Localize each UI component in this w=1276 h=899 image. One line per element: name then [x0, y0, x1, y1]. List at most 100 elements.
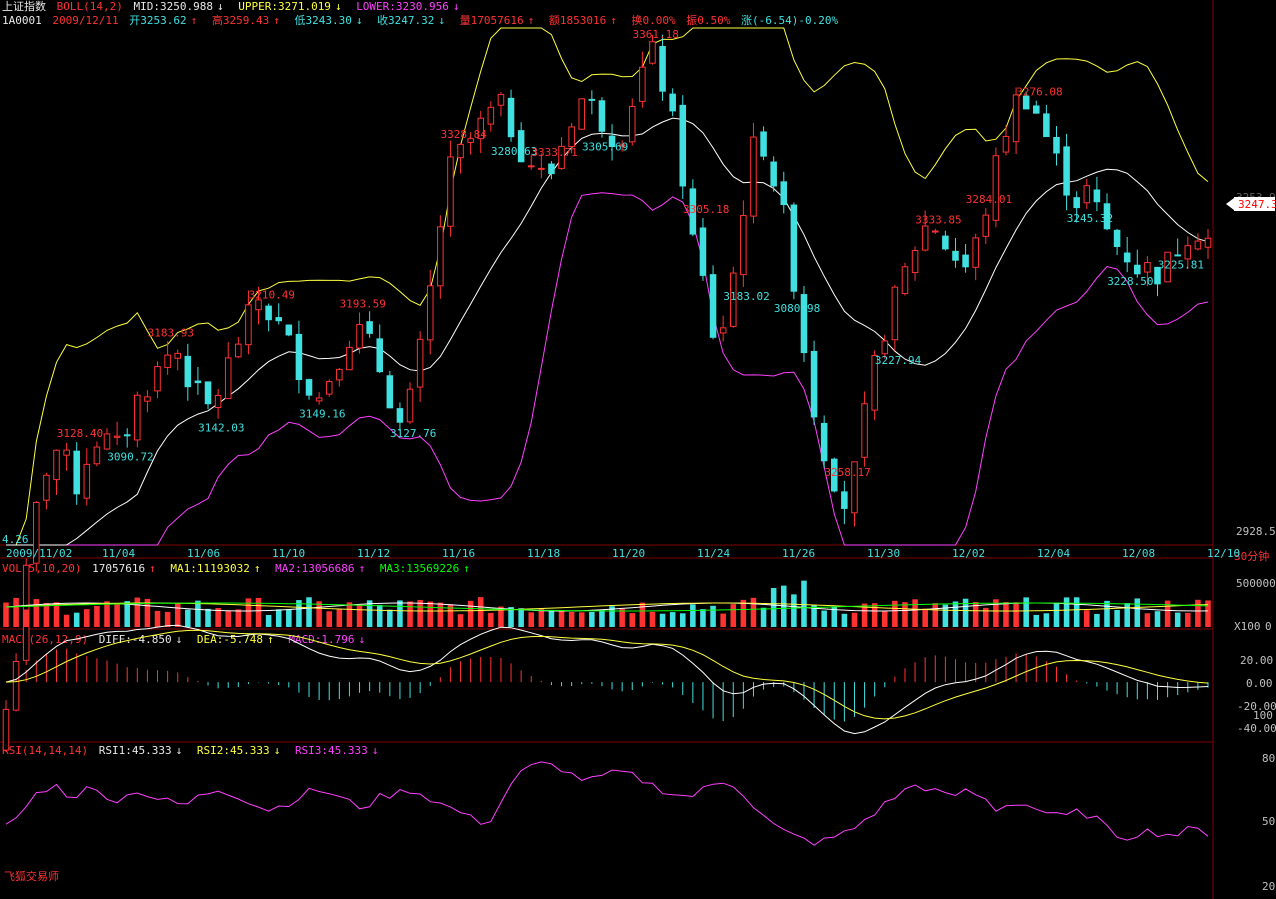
vol-axis-unit: X100 — [1234, 620, 1261, 633]
candle-body — [548, 163, 555, 175]
volume-bar — [518, 608, 524, 627]
volume-bar — [467, 600, 474, 627]
candle-body — [679, 104, 687, 187]
volume-bar — [1154, 611, 1161, 627]
price-annotation: 3183.93 — [148, 326, 194, 339]
volume-bar — [185, 609, 191, 627]
candle-body — [921, 225, 929, 251]
price-annotation: 3090.72 — [107, 451, 153, 464]
price-annotation: 4.26 — [2, 533, 29, 546]
volume-bar — [629, 613, 636, 627]
volume-bar — [437, 602, 444, 627]
candle-body — [709, 274, 717, 338]
volume-bar — [841, 613, 848, 627]
x-date-label: 11/24 — [697, 547, 730, 560]
candle-body — [820, 422, 828, 462]
price-annotation: 3245.32 — [1067, 212, 1113, 225]
candle-body — [437, 226, 444, 287]
volume-bar — [801, 580, 807, 627]
price-axis-bottom: 2928.5 — [1236, 525, 1276, 538]
volume-bar — [528, 612, 535, 627]
price-annotation: 3258.17 — [824, 466, 870, 479]
candle-body — [507, 97, 515, 138]
volume-bar — [356, 604, 363, 627]
candle-body — [12, 661, 20, 711]
volume-bar — [619, 608, 625, 627]
candle-body — [942, 235, 949, 250]
vol-axis-zero: 0 — [1265, 620, 1272, 633]
volume-bar — [326, 611, 332, 627]
candle-body — [164, 354, 171, 368]
candle-body — [43, 474, 50, 501]
volume-bar — [1134, 598, 1141, 627]
price-annotation: 3333.85 — [915, 214, 961, 227]
volume-bar — [669, 612, 676, 627]
volume-bar — [791, 594, 797, 627]
candle-body — [366, 321, 373, 334]
x-date-label: 11/18 — [527, 547, 560, 560]
candle-body — [53, 449, 60, 481]
volume-bar — [1043, 613, 1050, 627]
volume-bar — [1003, 601, 1009, 627]
candle-body — [1144, 262, 1151, 273]
volume-bar — [235, 609, 242, 627]
candle-body — [63, 449, 70, 456]
volume-bar — [730, 604, 737, 627]
candle-body — [669, 93, 676, 112]
price-annotation: 3284.01 — [966, 193, 1012, 206]
candle-body — [770, 161, 777, 187]
volume-bar — [1023, 597, 1029, 627]
volume-bar — [346, 602, 353, 627]
volume-bar — [1144, 613, 1151, 627]
candle-body — [285, 324, 293, 336]
volume-bar — [488, 612, 494, 627]
rsi-axis-80: 80 — [1262, 752, 1275, 765]
volume-bar — [548, 610, 555, 627]
x-date-label: 2009/11/02 — [6, 547, 72, 560]
candle-body — [83, 463, 91, 499]
candle-body — [406, 388, 414, 423]
volume-bar — [760, 607, 767, 627]
x-date-label: 12/10 — [1207, 547, 1240, 560]
volume-bar — [912, 599, 918, 627]
candle-body — [447, 156, 454, 227]
volume-bar — [1063, 597, 1070, 627]
volume-bar — [104, 601, 110, 627]
volume-bar — [306, 597, 312, 627]
volume-bar — [710, 605, 716, 627]
candle-body — [154, 366, 161, 392]
candle-body — [598, 100, 606, 132]
volume-bar — [589, 611, 595, 627]
candle-body — [457, 143, 464, 159]
volume-bar — [851, 612, 858, 627]
candle-body — [426, 285, 434, 341]
price-annotation: 3225.81 — [1158, 259, 1204, 272]
candle-body — [194, 380, 202, 384]
volume-bar — [1195, 599, 1201, 627]
volume-bar — [1185, 612, 1191, 627]
candle-body — [1002, 135, 1010, 153]
vol-axis-top: 500000 — [1236, 577, 1276, 590]
x-date-label: 11/06 — [187, 547, 220, 560]
candle-body — [73, 450, 80, 495]
volume-bar — [265, 614, 272, 627]
candle-body — [396, 408, 404, 423]
volume-bar — [195, 600, 201, 627]
volume-bar — [1033, 614, 1040, 627]
price-annotation: 3333.71 — [531, 146, 577, 159]
volume-bar — [821, 610, 827, 627]
volume-bar — [225, 610, 231, 627]
macd-axis-0: 0.00 — [1246, 677, 1273, 690]
candle-body — [932, 230, 939, 233]
x-date-label: 12/08 — [1122, 547, 1155, 560]
volume-bar — [1124, 603, 1130, 627]
rsi-line — [5, 761, 1209, 846]
volume-bar — [922, 608, 928, 627]
candle-body — [982, 214, 990, 237]
candle-body — [538, 167, 545, 170]
price-annotation: 3193.59 — [340, 297, 386, 310]
stock-chart[interactable]: 4.26 3128.40 3090.72 3183.93 3142.03 3210.49 3… — [0, 0, 1276, 899]
candle-body — [790, 204, 798, 292]
volume-bar — [3, 602, 9, 627]
candle-body — [992, 155, 1000, 221]
